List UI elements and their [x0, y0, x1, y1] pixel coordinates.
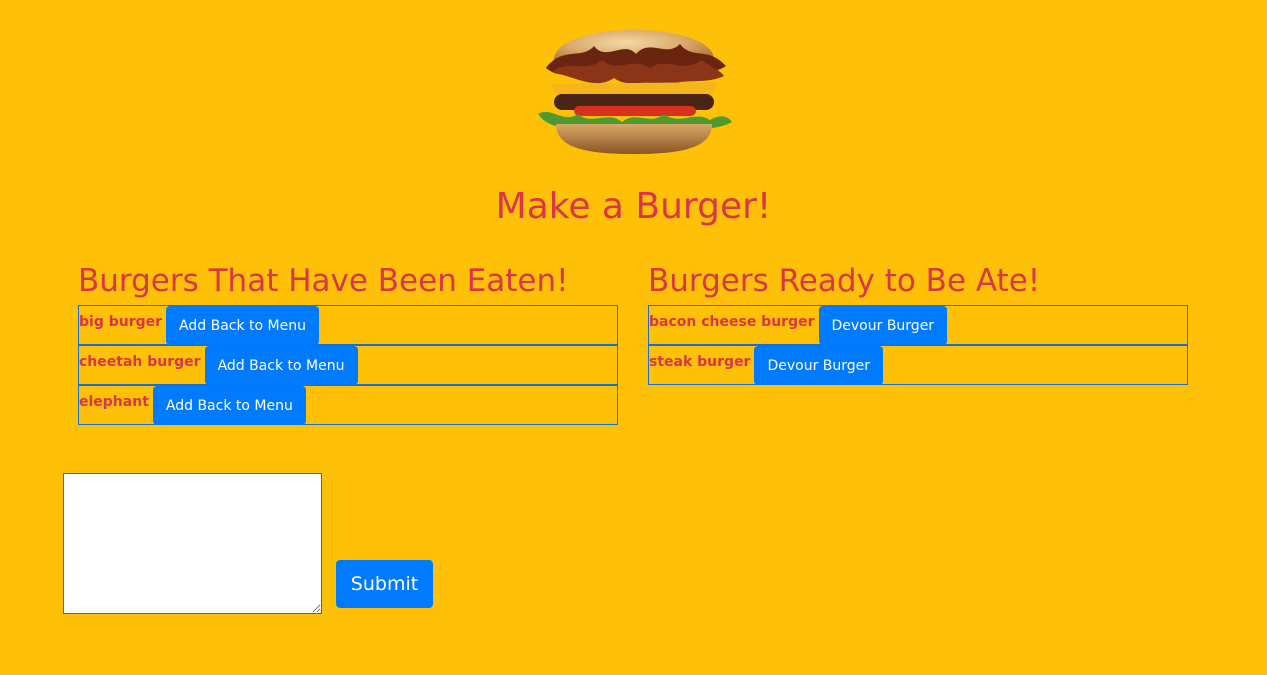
list-item: steak burger Devour Burger — [648, 345, 1188, 385]
submit-button[interactable]: Submit — [336, 560, 433, 608]
burger-image — [538, 30, 732, 154]
add-back-to-menu-button[interactable]: Add Back to Menu — [204, 346, 358, 385]
eaten-heading: Burgers That Have Been Eaten! — [78, 263, 569, 299]
list-item: big burger Add Back to Menu — [78, 305, 618, 345]
devour-burger-button[interactable]: Devour Burger — [754, 346, 884, 385]
list-item: elephant Add Back to Menu — [78, 385, 618, 425]
add-back-to-menu-button[interactable]: Add Back to Menu — [166, 306, 319, 345]
ready-list: bacon cheese burger Devour Burger steak … — [648, 305, 1188, 385]
page-title: Make a Burger! — [495, 186, 772, 227]
burger-name: steak burger — [649, 354, 751, 370]
add-back-to-menu-button[interactable]: Add Back to Menu — [152, 386, 306, 425]
ready-section: Burgers Ready to Be Ate! bacon cheese bu… — [648, 258, 1188, 385]
eaten-section: Burgers That Have Been Eaten! big burger… — [78, 258, 618, 425]
ready-heading: Burgers Ready to Be Ate! — [648, 263, 1041, 299]
burger-name: bacon cheese burger — [649, 314, 815, 330]
burger-name: big burger — [79, 314, 163, 330]
list-item: cheetah burger Add Back to Menu — [78, 345, 618, 385]
burger-name: cheetah burger — [79, 354, 201, 370]
eaten-list: big burger Add Back to Menu cheetah burg… — [78, 305, 618, 425]
burger-name: elephant — [79, 394, 149, 410]
burger-name-textarea[interactable] — [63, 473, 322, 614]
list-item: bacon cheese burger Devour Burger — [648, 305, 1188, 345]
devour-burger-button[interactable]: Devour Burger — [818, 306, 948, 345]
